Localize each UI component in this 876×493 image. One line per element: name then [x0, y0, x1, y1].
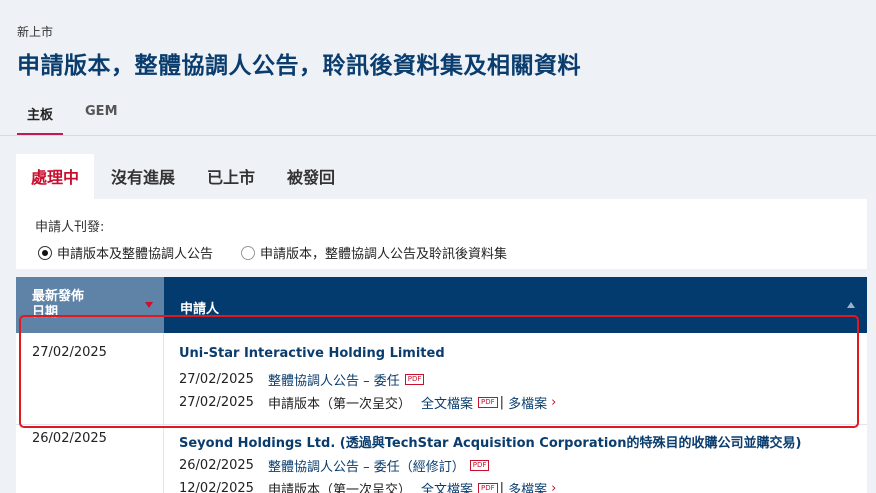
- status-tabs: 處理中 沒有進展 已上市 被發回: [16, 154, 352, 199]
- column-divider: [163, 333, 164, 424]
- filter-panel: 申請人刊發: 申請版本及整體協調人公告 申請版本，整體協調人公告及聆訊後資料集: [16, 199, 867, 269]
- tab-listed[interactable]: 已上市: [192, 154, 270, 199]
- tab-returned[interactable]: 被發回: [272, 154, 350, 199]
- document-line: 12/02/2025 申請版本（第一次呈交） 全文檔案 PDF | 多檔案 ›: [179, 479, 556, 493]
- document-title-link[interactable]: 整體協調人公告 – 委任（經修訂）: [268, 456, 465, 475]
- chevron-right-icon[interactable]: ›: [551, 481, 556, 493]
- tab-processing[interactable]: 處理中: [16, 154, 95, 199]
- tab-no-progress[interactable]: 沒有進展: [96, 154, 190, 199]
- page-title: 申請版本，整體協調人公告，聆訊後資料集及相關資料: [17, 53, 581, 79]
- applicant-name-link[interactable]: Seyond Holdings Ltd. (透過與TechStar Acquis…: [179, 432, 801, 451]
- sort-asc-icon[interactable]: [847, 302, 855, 308]
- page-header: 新上市 申請版本，整體協調人公告，聆訊後資料集及相關資料 主板 GEM: [0, 0, 876, 136]
- radio-option-application-oc[interactable]: 申請版本及整體協調人公告: [38, 243, 213, 262]
- pdf-icon[interactable]: PDF: [478, 483, 498, 493]
- sort-desc-icon: [145, 302, 153, 308]
- tab-main-board[interactable]: 主板: [17, 100, 64, 136]
- row-date: 26/02/2025: [32, 431, 107, 446]
- table-row: 26/02/2025 Seyond Holdings Ltd. (透過與Tech…: [16, 425, 867, 493]
- document-title: 申請版本（第一次呈交）: [268, 483, 412, 493]
- breadcrumb[interactable]: 新上市: [17, 23, 53, 40]
- document-title: 申請版本（第一次呈交）: [268, 397, 412, 412]
- board-tabs: 主板 GEM: [17, 100, 140, 136]
- pdf-icon[interactable]: PDF: [404, 374, 425, 385]
- document-line: 26/02/2025 整體協調人公告 – 委任（經修訂） PDF: [179, 456, 490, 475]
- column-header-date[interactable]: 最新發佈日期: [16, 277, 164, 333]
- radio-unselected-icon: [241, 245, 256, 260]
- more-files-link[interactable]: 多檔案: [508, 393, 547, 412]
- document-date: 12/02/2025: [179, 481, 254, 493]
- tab-gem[interactable]: GEM: [75, 100, 128, 136]
- applications-table: 最新發佈日期 申請人 27/02/2025 Uni-Star Interacti…: [16, 277, 867, 493]
- full-text-link[interactable]: 全文檔案: [421, 479, 473, 493]
- radio-label: 申請版本及整體協調人公告: [57, 247, 214, 262]
- document-date: 27/02/2025: [179, 372, 254, 387]
- radio-option-application-oc-phip[interactable]: 申請版本，整體協調人公告及聆訊後資料集: [241, 243, 507, 262]
- row-date: 27/02/2025: [32, 345, 107, 360]
- more-files-link[interactable]: 多檔案: [508, 479, 547, 493]
- document-date: 27/02/2025: [179, 395, 254, 410]
- radio-label: 申請版本，整體協調人公告及聆訊後資料集: [260, 247, 508, 262]
- separator: |: [499, 395, 505, 410]
- table-row: 27/02/2025 Uni-Star Interactive Holding …: [16, 333, 867, 425]
- filter-label: 申請人刊發:: [35, 220, 105, 235]
- pdf-icon[interactable]: PDF: [478, 397, 498, 408]
- document-line: 27/02/2025 申請版本（第一次呈交） 全文檔案 PDF | 多檔案 ›: [179, 393, 556, 412]
- chevron-right-icon[interactable]: ›: [551, 395, 556, 410]
- column-header-applicant[interactable]: 申請人: [180, 298, 219, 317]
- column-divider: [163, 425, 164, 493]
- document-line: 27/02/2025 整體協調人公告 – 委任 PDF: [179, 370, 425, 389]
- pdf-icon[interactable]: PDF: [469, 460, 490, 471]
- filter-radio-group: 申請版本及整體協調人公告 申請版本，整體協調人公告及聆訊後資料集: [38, 243, 535, 262]
- applicant-name-link[interactable]: Uni-Star Interactive Holding Limited: [179, 346, 445, 361]
- separator: |: [499, 481, 505, 493]
- header-divider: [0, 135, 876, 136]
- radio-selected-icon: [38, 245, 52, 260]
- table-header: 最新發佈日期 申請人: [16, 277, 867, 333]
- document-title-link[interactable]: 整體協調人公告 – 委任: [268, 370, 400, 389]
- column-header-date-label: 最新發佈日期: [32, 289, 85, 320]
- document-date: 26/02/2025: [179, 458, 254, 473]
- full-text-link[interactable]: 全文檔案: [421, 393, 473, 412]
